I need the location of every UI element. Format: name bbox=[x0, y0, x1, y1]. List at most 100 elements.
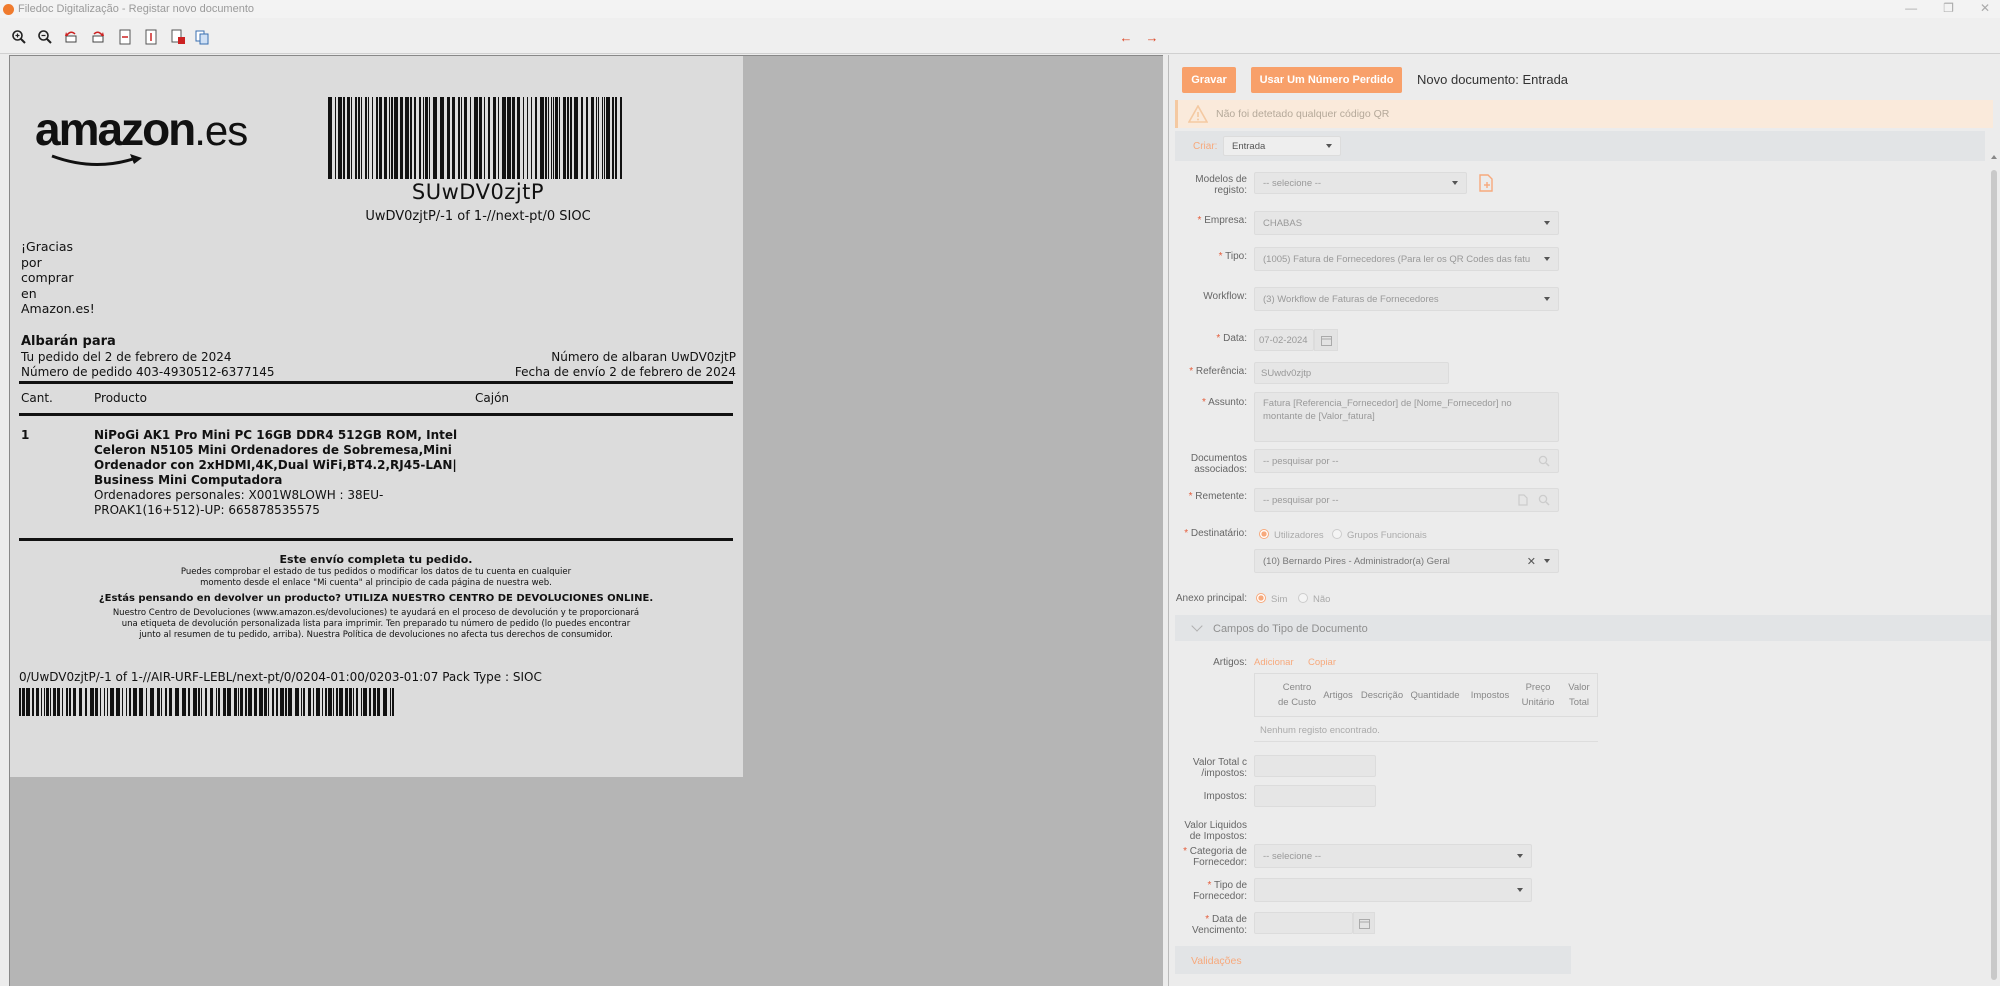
attachment-yes-radio[interactable] bbox=[1256, 593, 1266, 603]
document-viewer[interactable]: amazon.es SUwDV0zjtP UwDV0zjtP/-1 of 1-/… bbox=[9, 55, 1163, 986]
new-document-icon[interactable] bbox=[1476, 173, 1496, 193]
supplier-category-label: * Categoria de Fornecedor: bbox=[1183, 846, 1247, 868]
divider bbox=[19, 538, 733, 541]
use-lost-number-button[interactable]: Usar Um Número Perdido bbox=[1251, 67, 1402, 93]
barcode-bar bbox=[423, 97, 424, 179]
col-items: Artigos bbox=[1323, 689, 1353, 701]
page-add-icon[interactable] bbox=[168, 28, 188, 46]
associated-docs-search[interactable]: -- pesquisar por -- bbox=[1254, 449, 1559, 473]
barcode-bar bbox=[372, 97, 373, 179]
barcode-bar bbox=[363, 688, 367, 716]
barcode-bar bbox=[259, 688, 263, 716]
rotate-left-icon[interactable] bbox=[61, 28, 81, 46]
total-with-tax-input[interactable] bbox=[1254, 755, 1376, 777]
search-icon[interactable] bbox=[1538, 494, 1550, 506]
document-type-fields-section[interactable]: Campos do Tipo de Documento bbox=[1175, 615, 1993, 641]
items-label: Artigos: bbox=[1213, 657, 1247, 668]
returns-note: Nuestro Centro de Devoluciones (www.amaz… bbox=[112, 608, 640, 640]
page-copy-icon[interactable] bbox=[192, 28, 212, 46]
col-cost-center: Centro de Custo bbox=[1277, 682, 1317, 708]
validations-bar[interactable]: Validações bbox=[1175, 946, 1571, 974]
scroll-up-icon[interactable] bbox=[1991, 155, 1997, 159]
barcode-bar bbox=[107, 688, 108, 716]
col-description: Descrição bbox=[1360, 689, 1404, 701]
barcode-bar bbox=[316, 688, 320, 716]
chevron-down-icon bbox=[1544, 559, 1550, 563]
sender-search[interactable]: -- pesquisar por -- bbox=[1254, 488, 1559, 512]
chevron-down-icon bbox=[1517, 888, 1523, 892]
barcode-bar bbox=[333, 688, 334, 716]
arrow-right-icon: → bbox=[1145, 29, 1159, 45]
qr-alert: Não foi detetado qualquer código QR bbox=[1175, 100, 1993, 128]
barcode-bar bbox=[322, 688, 323, 716]
clear-icon[interactable]: ✕ bbox=[1527, 555, 1536, 568]
reference-input[interactable]: SUwdv0zjtp bbox=[1254, 362, 1449, 384]
barcode-bar bbox=[596, 97, 597, 179]
barcode-bar bbox=[548, 97, 549, 179]
previous-page-button[interactable]: ← bbox=[1116, 28, 1136, 46]
total-with-tax-label: Valor Total c/impostos: bbox=[1192, 757, 1247, 779]
close-icon[interactable]: ✕ bbox=[1980, 0, 1990, 16]
barcode-bar bbox=[502, 97, 506, 179]
supplier-type-select[interactable] bbox=[1254, 878, 1532, 902]
barcode-code: SUwDV0zjtP bbox=[411, 180, 545, 204]
barcode-bar bbox=[150, 688, 154, 716]
barcode-bar bbox=[129, 688, 131, 716]
calendar-icon[interactable] bbox=[1353, 912, 1375, 934]
recipient-users-radio[interactable] bbox=[1259, 529, 1269, 539]
barcode-bar bbox=[216, 688, 217, 716]
rotate-right-icon[interactable] bbox=[88, 28, 108, 46]
supplier-type-label: * Tipo de Fornecedor: bbox=[1193, 880, 1247, 902]
barcode-bar bbox=[53, 688, 56, 716]
maximize-icon[interactable]: ❐ bbox=[1943, 0, 1954, 16]
date-input[interactable]: 07-02-2024 bbox=[1254, 329, 1314, 351]
barcode-bar bbox=[276, 688, 278, 716]
barcode-bar bbox=[447, 97, 450, 179]
barcode-bar bbox=[50, 688, 51, 716]
company-select[interactable]: CHABAS bbox=[1254, 211, 1559, 235]
taxes-label: Impostos: bbox=[1203, 791, 1247, 802]
barcode-bar bbox=[336, 688, 338, 716]
zoom-in-icon[interactable] bbox=[9, 28, 29, 46]
new-contact-icon[interactable] bbox=[1517, 494, 1529, 506]
barcode-bar bbox=[188, 688, 190, 716]
form-scrollbar[interactable] bbox=[1991, 170, 1997, 980]
copy-item-link[interactable]: Copiar bbox=[1308, 657, 1336, 668]
barcode-bar bbox=[488, 97, 490, 179]
due-date-input[interactable] bbox=[1254, 912, 1353, 934]
models-select[interactable]: -- selecione -- bbox=[1254, 172, 1467, 194]
save-button[interactable]: Gravar bbox=[1182, 67, 1236, 93]
chevron-down-icon bbox=[1517, 854, 1523, 858]
minimize-icon[interactable]: — bbox=[1905, 0, 1917, 16]
calendar-icon[interactable] bbox=[1314, 329, 1338, 351]
type-select[interactable]: (1005) Fatura de Fornecedores (Para ler … bbox=[1254, 247, 1559, 271]
recipient-select[interactable]: (10) Bernardo Pires - Administrador(a) G… bbox=[1254, 549, 1559, 573]
next-page-button[interactable]: → bbox=[1142, 28, 1162, 46]
search-icon[interactable] bbox=[1538, 455, 1550, 467]
barcode-bar bbox=[527, 97, 528, 179]
subject-textarea[interactable]: Fatura [Referencia_Fornecedor] de [Nome_… bbox=[1254, 392, 1559, 442]
col-product: Producto bbox=[94, 391, 147, 405]
warning-icon bbox=[1188, 105, 1208, 123]
barcode-bar bbox=[429, 97, 430, 179]
taxes-input[interactable] bbox=[1254, 785, 1376, 807]
barcode-bar bbox=[392, 688, 394, 716]
barcode-subtext: UwDV0zjtP/-1 of 1-//next-pt/0 SIOC bbox=[365, 209, 591, 224]
create-type-select[interactable]: Entrada bbox=[1223, 136, 1341, 156]
workflow-select[interactable]: (3) Workflow de Faturas de Fornecedores bbox=[1254, 287, 1559, 311]
zoom-out-icon[interactable] bbox=[35, 28, 55, 46]
barcode-bar bbox=[523, 97, 524, 179]
order-number: Número de pedido 403-4930512-6377145 bbox=[21, 365, 275, 379]
fit-width-icon[interactable] bbox=[141, 28, 161, 46]
recipient-groups-radio[interactable] bbox=[1332, 529, 1342, 539]
barcode-bar bbox=[563, 97, 566, 179]
attachment-no-radio[interactable] bbox=[1298, 593, 1308, 603]
form-title: Novo documento: Entrada bbox=[1417, 72, 1569, 87]
barcode-bar bbox=[227, 688, 231, 716]
fit-page-icon[interactable] bbox=[115, 28, 135, 46]
barcode-bar bbox=[165, 688, 167, 716]
barcode-bar bbox=[384, 97, 387, 179]
add-item-link[interactable]: Adicionar bbox=[1254, 657, 1294, 668]
barcode-bar bbox=[377, 688, 380, 716]
supplier-category-select[interactable]: -- selecione -- bbox=[1254, 844, 1532, 868]
